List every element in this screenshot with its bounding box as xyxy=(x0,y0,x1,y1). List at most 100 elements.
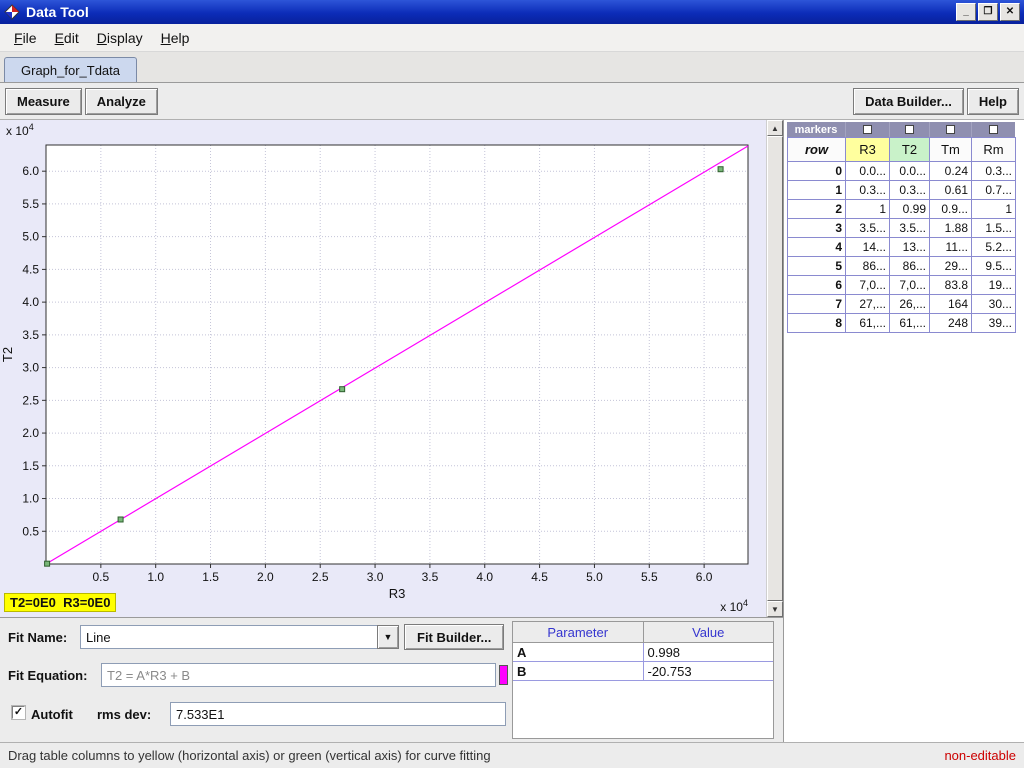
cell-value[interactable]: 0.99 xyxy=(890,200,930,219)
cell-value[interactable]: 30... xyxy=(972,295,1016,314)
cell-value[interactable]: 3.5... xyxy=(846,219,890,238)
cell-value[interactable]: 1 xyxy=(972,200,1016,219)
x-tick-label: 3.0 xyxy=(367,570,384,584)
cell-value[interactable]: 83.8 xyxy=(930,276,972,295)
parameter-value[interactable]: 0.998 xyxy=(644,643,774,661)
fit-name-dropdown[interactable]: Line xyxy=(80,625,378,649)
row-number[interactable]: 0 xyxy=(788,162,846,181)
rms-dev-field[interactable]: 7.533E1 xyxy=(170,702,506,726)
cell-value[interactable]: 0.3... xyxy=(846,181,890,200)
fit-equation-field[interactable]: T2 = A*R3 + B xyxy=(101,663,496,687)
editable-status: non-editable xyxy=(944,748,1016,763)
tab-graph-for-tdata[interactable]: Graph_for_Tdata xyxy=(4,57,137,82)
row-number[interactable]: 3 xyxy=(788,219,846,238)
cell-value[interactable]: 14... xyxy=(846,238,890,257)
row-number[interactable]: 5 xyxy=(788,257,846,276)
restore-button[interactable]: ❐ xyxy=(978,3,998,21)
cell-value[interactable]: 1.5... xyxy=(972,219,1016,238)
cell-value[interactable]: 0.24 xyxy=(930,162,972,181)
cell-value[interactable]: 0.3... xyxy=(972,162,1016,181)
parameter-value[interactable]: -20.753 xyxy=(644,662,774,680)
table-header-row: rowR3T2TmRm xyxy=(788,138,1016,162)
titlebar[interactable]: Data Tool _ ❐ ✕ xyxy=(0,0,1024,24)
cell-value[interactable]: 0.0... xyxy=(890,162,930,181)
cell-value[interactable]: 0.0... xyxy=(846,162,890,181)
fit-name-dropdown-arrow-icon[interactable]: ▼ xyxy=(377,625,399,649)
cell-value[interactable]: 27,... xyxy=(846,295,890,314)
toolbar-help-button[interactable]: Help xyxy=(967,88,1019,115)
cell-value[interactable]: 26,... xyxy=(890,295,930,314)
menu-file[interactable]: File xyxy=(5,26,46,50)
x-tick-label: 0.5 xyxy=(93,570,110,584)
data-point[interactable] xyxy=(340,387,345,392)
row-number[interactable]: 8 xyxy=(788,314,846,333)
cell-value[interactable]: 9.5... xyxy=(972,257,1016,276)
row-number[interactable]: 4 xyxy=(788,238,846,257)
cell-value[interactable]: 7,0... xyxy=(890,276,930,295)
row-number[interactable]: 7 xyxy=(788,295,846,314)
row-number[interactable]: 1 xyxy=(788,181,846,200)
cell-value[interactable]: 248 xyxy=(930,314,972,333)
column-header-Rm[interactable]: Rm xyxy=(972,138,1016,162)
cell-value[interactable]: 39... xyxy=(972,314,1016,333)
cell-value[interactable]: 5.2... xyxy=(972,238,1016,257)
cell-value[interactable]: 1.88 xyxy=(930,219,972,238)
cell-value[interactable]: 7,0... xyxy=(846,276,890,295)
scroll-down-arrow-icon[interactable]: ▼ xyxy=(767,601,783,617)
cell-value[interactable]: 86... xyxy=(846,257,890,276)
data-point[interactable] xyxy=(118,517,123,522)
parameter-name[interactable]: B xyxy=(513,662,644,680)
row-number[interactable]: 2 xyxy=(788,200,846,219)
cell-value[interactable]: 1 xyxy=(846,200,890,219)
plot-column: 0.51.01.52.02.53.03.54.04.55.05.56.00.51… xyxy=(0,120,783,742)
cell-value[interactable]: 0.3... xyxy=(890,181,930,200)
row-number[interactable]: 6 xyxy=(788,276,846,295)
close-button[interactable]: ✕ xyxy=(1000,3,1020,21)
analyze-button[interactable]: Analyze xyxy=(85,88,158,115)
cell-value[interactable]: 29... xyxy=(930,257,972,276)
cell-value[interactable]: 61,... xyxy=(890,314,930,333)
cell-value[interactable]: 11... xyxy=(930,238,972,257)
column-header-T2[interactable]: T2 xyxy=(890,138,930,162)
cell-value[interactable]: 86... xyxy=(890,257,930,276)
column-header-row[interactable]: row xyxy=(788,138,846,162)
table-row: 861,...61,...24839... xyxy=(788,314,1016,333)
column-header-R3[interactable]: R3 xyxy=(846,138,890,162)
status-message: Drag table columns to yellow (horizontal… xyxy=(8,748,944,763)
cell-value[interactable]: 13... xyxy=(890,238,930,257)
column-marker-checkbox[interactable] xyxy=(946,125,955,134)
column-marker-checkbox[interactable] xyxy=(989,125,998,134)
column-header-Tm[interactable]: Tm xyxy=(930,138,972,162)
menu-edit[interactable]: Edit xyxy=(46,26,88,50)
cell-value[interactable]: 0.61 xyxy=(930,181,972,200)
scroll-up-arrow-icon[interactable]: ▲ xyxy=(767,120,783,136)
data-point[interactable] xyxy=(718,167,723,172)
cell-value[interactable]: 19... xyxy=(972,276,1016,295)
plot-vertical-scrollbar[interactable]: ▲ ▼ xyxy=(766,120,783,617)
menu-help[interactable]: Help xyxy=(152,26,199,50)
column-marker-checkbox[interactable] xyxy=(863,125,872,134)
data-point[interactable] xyxy=(45,561,50,566)
autofit-checkbox[interactable] xyxy=(12,706,25,719)
y-tick-label: 3.0 xyxy=(22,361,39,375)
data-table: rowR3T2TmRm00.0...0.0...0.240.3...10.3..… xyxy=(787,137,1016,333)
minimize-button[interactable]: _ xyxy=(956,3,976,21)
data-builder-button[interactable]: Data Builder... xyxy=(853,88,964,115)
column-marker-checkbox[interactable] xyxy=(905,125,914,134)
value-column-header: Value xyxy=(644,622,774,642)
cell-value[interactable]: 3.5... xyxy=(890,219,930,238)
cell-value[interactable]: 61,... xyxy=(846,314,890,333)
cell-value[interactable]: 164 xyxy=(930,295,972,314)
toolbar: Measure Analyze Data Builder... Help xyxy=(0,83,1024,120)
fit-builder-button[interactable]: Fit Builder... xyxy=(404,624,504,650)
cell-value[interactable]: 0.9... xyxy=(930,200,972,219)
y-tick-label: 0.5 xyxy=(22,524,39,538)
menu-display[interactable]: Display xyxy=(88,26,152,50)
markers-label: markers xyxy=(787,122,845,137)
scrollbar-thumb[interactable] xyxy=(767,136,783,601)
parameter-name[interactable]: A xyxy=(513,643,644,661)
chart[interactable]: 0.51.01.52.02.53.03.54.04.55.05.56.00.51… xyxy=(0,120,766,617)
measure-button[interactable]: Measure xyxy=(5,88,82,115)
cell-value[interactable]: 0.7... xyxy=(972,181,1016,200)
fit-color-swatch[interactable] xyxy=(499,665,508,685)
